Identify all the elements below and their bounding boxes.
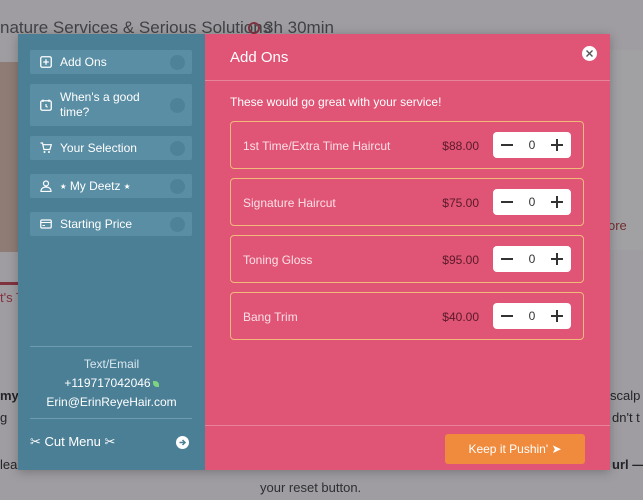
step-status-dot: [170, 140, 185, 156]
step-status-dot: [170, 178, 185, 194]
quantity-value[interactable]: 0: [521, 138, 543, 152]
sidebar-step-label: Starting Price: [60, 216, 133, 231]
card-icon: [40, 219, 52, 229]
quantity-value[interactable]: 0: [521, 195, 543, 209]
quantity-stepper: 0: [493, 246, 571, 272]
step-status-dot: [170, 54, 185, 70]
arrow-right-circle-icon[interactable]: [176, 436, 189, 449]
add-ons-panel: Add Ons These would go great with your s…: [205, 34, 610, 470]
continue-button[interactable]: Keep it Pushin' ➤: [445, 434, 585, 464]
plus-button[interactable]: [545, 303, 569, 329]
quantity-stepper: 0: [493, 303, 571, 329]
calendar-clock-icon: [40, 99, 52, 111]
user-icon: [40, 180, 52, 192]
sidebar-step-my-deetz[interactable]: ⭑ My Deetz ⭑: [30, 174, 192, 198]
sidebar-step-time[interactable]: When's a good time?: [30, 84, 192, 126]
plus-square-icon: [40, 56, 52, 68]
panel-subtitle: These would go great with your service!: [230, 95, 442, 109]
minus-button[interactable]: [495, 303, 519, 329]
sidebar-step-starting-price[interactable]: Starting Price: [30, 212, 192, 236]
divider: [30, 346, 192, 347]
leaf-icon: [152, 381, 159, 387]
addon-name: 1st Time/Extra Time Haircut: [243, 139, 391, 153]
addon-price: $75.00: [442, 196, 479, 210]
addon-row: Toning Gloss $95.00 0: [230, 235, 584, 283]
sidebar: Add Ons When's a good time? Your Selecti…: [18, 34, 205, 470]
addon-price: $40.00: [442, 310, 479, 324]
addon-name: Toning Gloss: [243, 253, 313, 267]
sidebar-step-label: Add Ons: [60, 54, 107, 69]
sidebar-step-label: When's a good time?: [60, 90, 140, 119]
divider: [30, 418, 192, 419]
email-address[interactable]: Erin@ErinReyeHair.com: [18, 395, 205, 409]
sidebar-step-label: ⭑ My Deetz ⭑: [60, 178, 131, 193]
addon-name: Signature Haircut: [243, 196, 336, 210]
close-icon[interactable]: [582, 46, 597, 61]
divider: [205, 80, 610, 81]
addon-row: Bang Trim $40.00 0: [230, 292, 584, 340]
step-status-dot: [170, 97, 185, 113]
step-status-dot: [170, 216, 185, 232]
minus-button[interactable]: [495, 189, 519, 215]
contact-label: Text/Email: [83, 357, 140, 371]
quantity-value[interactable]: 0: [521, 252, 543, 266]
divider: [205, 425, 610, 426]
panel-title: Add Ons: [230, 49, 289, 66]
addon-row: 1st Time/Extra Time Haircut $88.00 0: [230, 121, 584, 169]
phone-line: +119717042046: [18, 376, 205, 390]
phone-number[interactable]: +119717042046: [64, 376, 150, 390]
addon-price: $88.00: [442, 139, 479, 153]
sidebar-step-add-ons[interactable]: Add Ons: [30, 50, 192, 74]
quantity-stepper: 0: [493, 189, 571, 215]
minus-button[interactable]: [495, 132, 519, 158]
cut-menu-button[interactable]: ✂ Cut Menu ✂: [30, 434, 115, 450]
plus-button[interactable]: [545, 246, 569, 272]
addon-name: Bang Trim: [243, 310, 298, 324]
sidebar-step-label: Your Selection: [60, 140, 137, 155]
quantity-value[interactable]: 0: [521, 309, 543, 323]
cart-icon: [40, 142, 52, 153]
minus-button[interactable]: [495, 246, 519, 272]
addon-row: Signature Haircut $75.00 0: [230, 178, 584, 226]
addon-price: $95.00: [442, 253, 479, 267]
quantity-stepper: 0: [493, 132, 571, 158]
sidebar-step-selection[interactable]: Your Selection: [30, 136, 192, 160]
plus-button[interactable]: [545, 132, 569, 158]
plus-button[interactable]: [545, 189, 569, 215]
booking-modal: Add Ons When's a good time? Your Selecti…: [18, 34, 610, 470]
